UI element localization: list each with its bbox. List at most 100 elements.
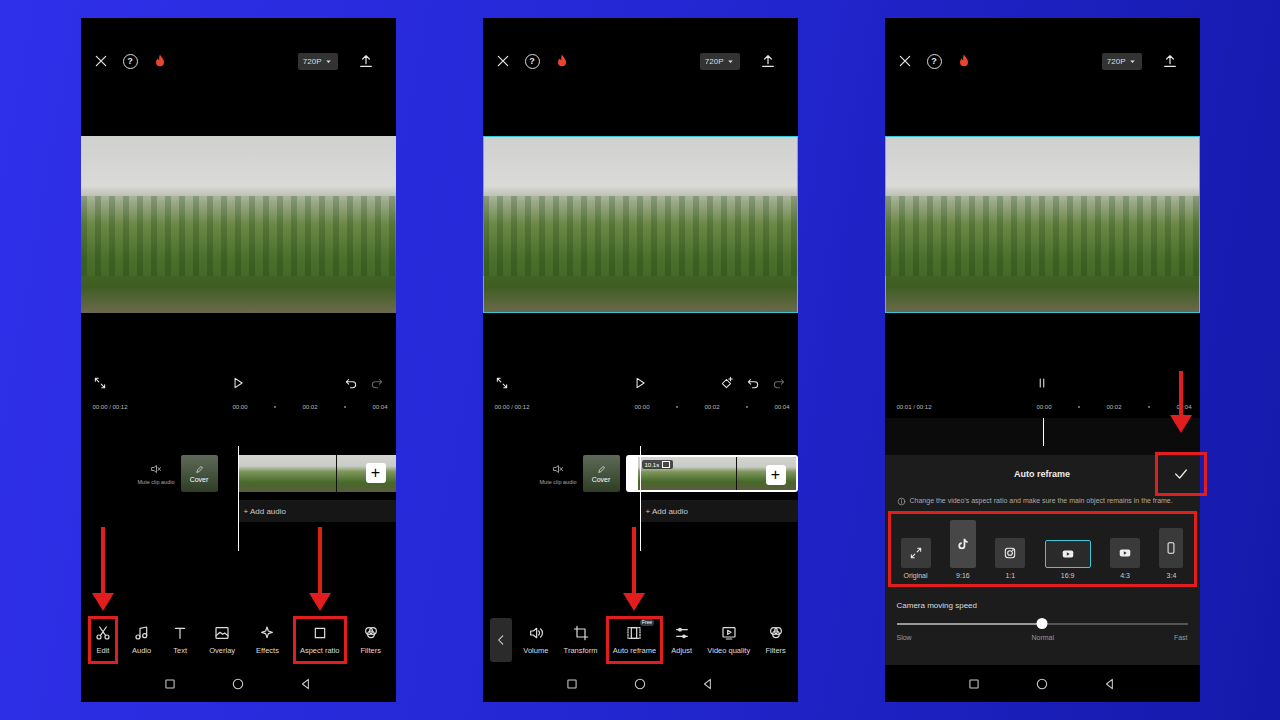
- redo-button[interactable]: [370, 376, 384, 390]
- nav-circle-icon: [1035, 677, 1049, 691]
- nav-square-icon: [565, 677, 579, 691]
- playhead[interactable]: [640, 446, 642, 551]
- recents-button[interactable]: [163, 677, 177, 691]
- player-controls: [81, 370, 396, 396]
- audio-icon: [134, 625, 150, 641]
- ratio-option[interactable]: Original: [901, 538, 931, 579]
- add-audio-button[interactable]: + Add audio: [640, 500, 798, 522]
- back-icon: [494, 633, 508, 647]
- undo-button[interactable]: [746, 376, 760, 390]
- ratio-option[interactable]: 16:9: [1045, 540, 1091, 579]
- tutorial-canvas: ? 720P 00:00 / 00:12 00:00 00:02 00:04 M…: [0, 0, 1280, 720]
- video-clip[interactable]: 10.1s +: [626, 455, 798, 492]
- toolbar-item[interactable]: Transform: [560, 619, 602, 661]
- toolbar-item[interactable]: Text: [168, 619, 192, 661]
- player-controls: [885, 370, 1200, 396]
- camera-speed: Camera moving speed SlowNormalFast: [885, 588, 1200, 641]
- pause-button[interactable]: [1035, 376, 1049, 390]
- video-clip[interactable]: +: [238, 455, 396, 492]
- panel-title: Auto reframe: [1014, 469, 1070, 479]
- ratio-option[interactable]: 9:16: [950, 520, 976, 579]
- export-button[interactable]: [760, 53, 776, 69]
- close-button[interactable]: [93, 53, 109, 69]
- back-nav-button[interactable]: [299, 677, 313, 691]
- undo-icon: [344, 376, 358, 390]
- nav-square-icon: [967, 677, 981, 691]
- add-clip-button[interactable]: +: [366, 463, 386, 483]
- export-button[interactable]: [358, 53, 374, 69]
- speed-slider[interactable]: [897, 618, 1188, 630]
- play-button[interactable]: [231, 376, 245, 390]
- tick-label: 00:02: [704, 404, 719, 410]
- video-preview[interactable]: [885, 136, 1200, 313]
- info-icon: [897, 497, 906, 506]
- recents-button[interactable]: [565, 677, 579, 691]
- mute-clip-audio-button[interactable]: Mute clip audio: [540, 463, 577, 485]
- time-readout: 00:00 / 00:12: [495, 404, 635, 410]
- back-nav-button[interactable]: [701, 677, 715, 691]
- export-button[interactable]: [1162, 53, 1178, 69]
- toolbar-item[interactable]: Filters: [761, 619, 789, 661]
- resolution-dropdown[interactable]: 720P: [700, 53, 740, 70]
- ratio-option[interactable]: 1:1: [995, 538, 1025, 579]
- play-button[interactable]: [633, 376, 647, 390]
- toolbar-item[interactable]: Volume: [519, 619, 552, 661]
- back-button[interactable]: [490, 618, 512, 662]
- cover-button[interactable]: Cover: [583, 455, 620, 492]
- time-ruler: 00:01 / 00:12 00:00 00:02 00:04: [885, 396, 1200, 418]
- redo-button[interactable]: [772, 376, 786, 390]
- speed-mark: Normal: [1032, 634, 1055, 641]
- toolbar-item[interactable]: Overlay: [205, 619, 239, 661]
- upload-icon: [358, 53, 374, 69]
- add-audio-button[interactable]: + Add audio: [238, 500, 396, 522]
- fullscreen-button[interactable]: [495, 376, 509, 390]
- help-button[interactable]: ?: [525, 54, 540, 69]
- toolbar-item[interactable]: Edit: [91, 619, 115, 661]
- video-preview[interactable]: [81, 136, 396, 313]
- undo-button[interactable]: [344, 376, 358, 390]
- video-preview[interactable]: [483, 136, 798, 313]
- fullscreen-button[interactable]: [93, 376, 107, 390]
- help-button[interactable]: ?: [927, 54, 942, 69]
- slider-knob[interactable]: [1037, 618, 1048, 629]
- close-button[interactable]: [897, 53, 913, 69]
- pro-button[interactable]: [554, 53, 570, 69]
- caret-icon: [726, 57, 735, 66]
- home-button[interactable]: [633, 677, 647, 691]
- play-icon: [231, 376, 245, 390]
- toolbar-item[interactable]: Filters: [357, 619, 385, 661]
- mute-clip-audio-button[interactable]: Mute clip audio: [138, 463, 175, 485]
- cover-button[interactable]: Cover: [181, 455, 218, 492]
- pro-button[interactable]: [956, 53, 972, 69]
- play-icon: [633, 376, 647, 390]
- flame-icon: [554, 53, 570, 69]
- keyframe-button[interactable]: [720, 376, 734, 390]
- close-icon: [495, 53, 511, 69]
- toolbar-item[interactable]: Auto reframe Free: [609, 619, 660, 661]
- home-button[interactable]: [1035, 677, 1049, 691]
- pro-button[interactable]: [152, 53, 168, 69]
- tick-label: 00:00: [1037, 404, 1052, 410]
- toolbar-item[interactable]: Adjust: [667, 619, 696, 661]
- help-button[interactable]: ?: [123, 54, 138, 69]
- toolbar-item[interactable]: Effects: [252, 619, 283, 661]
- resolution-dropdown[interactable]: 720P: [1102, 53, 1142, 70]
- back-nav-button[interactable]: [1103, 677, 1117, 691]
- home-button[interactable]: [231, 677, 245, 691]
- playhead[interactable]: [238, 446, 240, 551]
- close-icon: [897, 53, 913, 69]
- resolution-dropdown[interactable]: 720P: [298, 53, 338, 70]
- playhead[interactable]: [1043, 418, 1045, 446]
- adjust-icon: [674, 625, 690, 641]
- ratio-option[interactable]: 4:3: [1110, 538, 1140, 579]
- toolbar-item[interactable]: Video quality: [703, 619, 754, 661]
- recents-button[interactable]: [967, 677, 981, 691]
- confirm-button[interactable]: [1158, 455, 1204, 493]
- add-clip-button[interactable]: +: [766, 465, 786, 485]
- ratio-option[interactable]: 3:4: [1159, 528, 1183, 579]
- red-arrow-icon: [1169, 371, 1193, 433]
- toolbar-item[interactable]: Aspect ratio: [296, 619, 344, 661]
- toolbar-item[interactable]: Audio: [128, 619, 155, 661]
- close-button[interactable]: [495, 53, 511, 69]
- phone-screen: ? 720P 00:00 / 00:12 00:00 00:02 00:04 M…: [81, 18, 396, 702]
